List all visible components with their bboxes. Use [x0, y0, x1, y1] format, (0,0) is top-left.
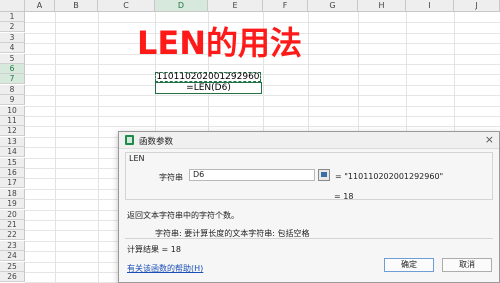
select-all-corner[interactable]	[0, 0, 25, 12]
dialog-titlebar[interactable]: 函数参数 ×	[119, 132, 499, 149]
row-header-13[interactable]: 13	[0, 136, 25, 147]
column-headers: A B C D E F G H I J	[25, 0, 500, 12]
row-header-24[interactable]: 24	[0, 251, 25, 262]
cell-d7-selected[interactable]: =LEN(D6)	[155, 82, 262, 94]
function-icon	[125, 135, 134, 145]
row-header-15[interactable]: 15	[0, 157, 25, 168]
row-header-12[interactable]: 12	[0, 126, 25, 137]
row-header-25[interactable]: 25	[0, 261, 25, 272]
row-header-9[interactable]: 9	[0, 95, 25, 106]
gridline-column	[98, 12, 99, 283]
argument-input[interactable]: D6	[189, 169, 315, 181]
row-header-19[interactable]: 19	[0, 199, 25, 210]
function-name: LEN	[129, 154, 145, 163]
row-header-4[interactable]: 4	[0, 43, 25, 54]
argument-label: 字符串	[159, 173, 183, 182]
column-header-d[interactable]: D	[155, 0, 208, 12]
help-link[interactable]: 有关该函数的帮助(H)	[127, 263, 203, 274]
row-header-22[interactable]: 22	[0, 230, 25, 241]
column-header-e[interactable]: E	[208, 0, 263, 12]
column-header-g[interactable]: G	[308, 0, 358, 12]
dialog-title: 函数参数	[139, 137, 174, 147]
function-description: 返回文本字符串中的字符个数。	[127, 211, 239, 220]
column-header-f[interactable]: F	[263, 0, 308, 12]
formula-result-preview: = 18	[334, 192, 354, 201]
row-header-2[interactable]: 2	[0, 22, 25, 33]
row-header-6[interactable]: 6	[0, 64, 25, 74]
row-header-10[interactable]: 10	[0, 105, 25, 116]
row-header-20[interactable]: 20	[0, 209, 25, 220]
column-header-a[interactable]: A	[25, 0, 55, 12]
column-header-h[interactable]: H	[358, 0, 406, 12]
ok-button[interactable]: 确定	[384, 258, 434, 272]
close-icon[interactable]: ×	[485, 133, 494, 146]
divider	[125, 238, 493, 239]
row-header-5[interactable]: 5	[0, 53, 25, 64]
row-header-26[interactable]: 26	[0, 272, 25, 282]
row-header-16[interactable]: 16	[0, 168, 25, 178]
gridline-column	[55, 12, 56, 283]
range-select-icon[interactable]	[318, 169, 330, 181]
cancel-button[interactable]: 取消	[442, 258, 492, 272]
row-header-18[interactable]: 18	[0, 188, 25, 199]
row-header-14[interactable]: 14	[0, 147, 25, 158]
sheet-title[interactable]: LEN的用法	[137, 18, 302, 64]
row-header-21[interactable]: 21	[0, 220, 25, 230]
row-header-17[interactable]: 17	[0, 178, 25, 189]
row-header-8[interactable]: 8	[0, 84, 25, 95]
function-arguments-dialog: 函数参数 × LEN 字符串 D6 = "110110202001292960"…	[118, 131, 500, 283]
calculation-result: 计算结果 = 18	[127, 245, 181, 254]
row-header-23[interactable]: 23	[0, 240, 25, 251]
row-header-3[interactable]: 3	[0, 32, 25, 43]
row-header-1[interactable]: 1	[0, 12, 25, 22]
column-header-b[interactable]: B	[55, 0, 98, 12]
cell-d6[interactable]: 110110202001292960	[155, 72, 261, 82]
column-header-j[interactable]: J	[454, 0, 500, 12]
column-header-i[interactable]: I	[406, 0, 454, 12]
column-header-c[interactable]: C	[98, 0, 155, 12]
row-header-7[interactable]: 7	[0, 74, 25, 85]
argument-value: = "110110202001292960"	[335, 172, 444, 181]
row-header-11[interactable]: 11	[0, 116, 25, 126]
